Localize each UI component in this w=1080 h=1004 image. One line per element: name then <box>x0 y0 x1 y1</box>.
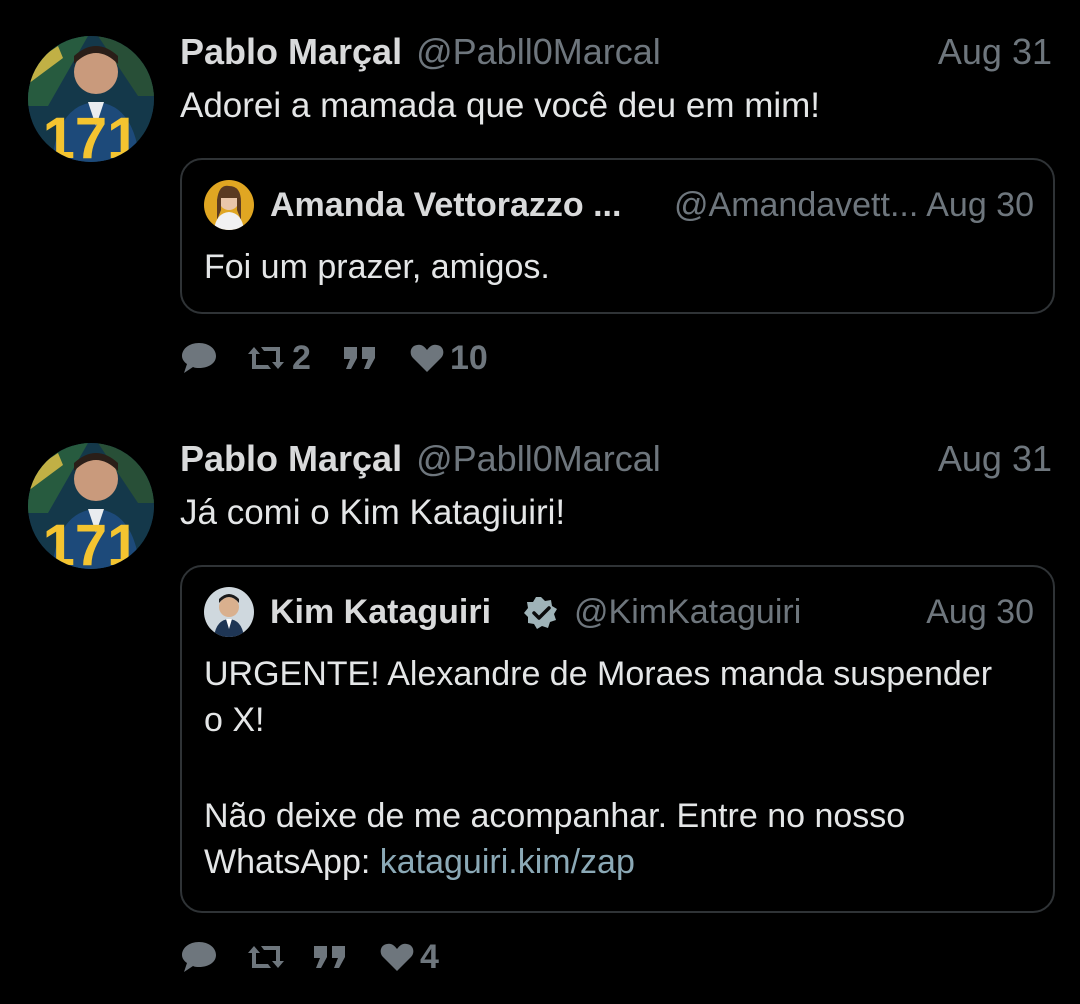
tweet-header: Pablo Marçal @Pabll0Marcal Aug 31 <box>180 435 1052 483</box>
quoted-text-line: Não deixe de me acompanhar. Entre no nos… <box>204 797 906 835</box>
quoted-author-handle[interactable]: @Amandavett... <box>674 180 918 230</box>
heart-icon <box>380 943 414 971</box>
quote-button[interactable] <box>342 336 378 380</box>
retweet-icon <box>248 946 284 968</box>
reply-button[interactable] <box>180 336 218 380</box>
quoted-tweet[interactable]: Kim Kataguiri @KimKataguiri Aug 30 URGEN… <box>180 565 1055 913</box>
avatar-badge-text: 171 <box>43 106 140 162</box>
avatar[interactable]: 171 <box>28 443 154 569</box>
retweet-count: 2 <box>292 339 311 377</box>
tweet-actions: 4 <box>180 935 680 979</box>
like-button[interactable]: 10 <box>410 336 488 380</box>
quoted-tweet-date[interactable]: Aug 30 <box>926 180 1034 230</box>
quoted-avatar[interactable] <box>204 587 254 637</box>
quoted-text-line-with-link: WhatsApp: kataguiri.kim/zap <box>204 839 1034 885</box>
tweet-text: Já comi o Kim Katagiuiri! <box>180 493 566 532</box>
whatsapp-link[interactable]: kataguiri.kim/zap <box>380 843 635 881</box>
quoted-tweet-text: Foi um prazer, amigos. <box>204 248 550 286</box>
reply-icon <box>182 942 216 972</box>
tweet-date[interactable]: Aug 31 <box>938 435 1052 483</box>
quoted-author-handle[interactable]: @KimKataguiri <box>574 587 801 637</box>
quoted-avatar[interactable] <box>204 180 254 230</box>
quoted-tweet[interactable]: Amanda Vettorazzo ... @Amandavett... Aug… <box>180 158 1055 314</box>
tweet-text: Adorei a mamada que você deu em mim! <box>180 86 821 125</box>
author-name[interactable]: Pablo Marçal <box>180 31 402 72</box>
like-count: 4 <box>420 938 439 976</box>
quote-icon <box>314 946 345 968</box>
reply-button[interactable] <box>180 935 218 979</box>
quoted-tweet-header: Kim Kataguiri @KimKataguiri Aug 30 <box>204 587 1034 637</box>
tweet-header: Pablo Marçal @Pabll0Marcal Aug 31 <box>180 28 1052 76</box>
retweet-button[interactable] <box>246 935 286 979</box>
quoted-author-name[interactable]: Kim Kataguiri <box>270 587 491 637</box>
avatar[interactable]: 171 <box>28 36 154 162</box>
quoted-text-line: URGENTE! Alexandre de Moraes manda suspe… <box>204 655 993 693</box>
quoted-tweet-header: Amanda Vettorazzo ... @Amandavett... Aug… <box>204 180 1034 230</box>
quoted-text-prefix: WhatsApp: <box>204 843 380 881</box>
quote-icon <box>344 347 375 369</box>
author-handle[interactable]: @Pabll0Marcal <box>416 31 661 72</box>
author-name[interactable]: Pablo Marçal <box>180 438 402 479</box>
retweet-button[interactable]: 2 <box>246 336 311 380</box>
retweet-icon <box>248 347 284 369</box>
quoted-author-name[interactable]: Amanda Vettorazzo ... <box>270 180 621 230</box>
quoted-tweet-date[interactable]: Aug 30 <box>926 587 1034 637</box>
heart-icon <box>410 344 444 372</box>
avatar-badge-text: 171 <box>43 513 140 569</box>
quoted-text-line: o X! <box>204 701 265 739</box>
like-count: 10 <box>450 339 488 377</box>
verified-badge-icon <box>524 597 557 629</box>
tweet-date[interactable]: Aug 31 <box>938 28 1052 76</box>
like-button[interactable]: 4 <box>380 935 439 979</box>
reply-icon <box>182 343 216 373</box>
quote-button[interactable] <box>312 935 348 979</box>
quoted-tweet-text: URGENTE! Alexandre de Moraes manda suspe… <box>204 651 1034 885</box>
tweet-actions: 2 10 <box>180 336 680 380</box>
author-handle[interactable]: @Pabll0Marcal <box>416 438 661 479</box>
